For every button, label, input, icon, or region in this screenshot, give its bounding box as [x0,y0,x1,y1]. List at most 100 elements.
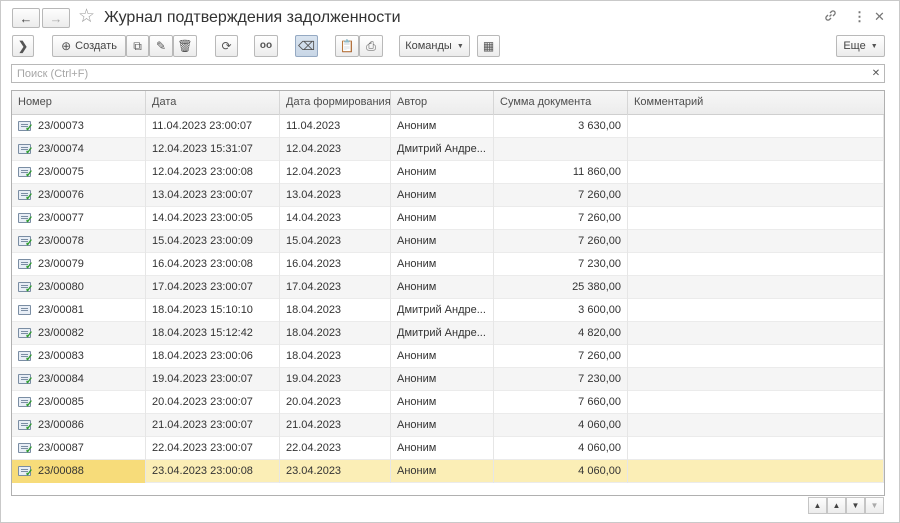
posted-document-icon: ✓ [18,167,33,180]
more-vertical-icon[interactable]: ⋮ [853,9,866,25]
table-row[interactable]: 23/00076 13.04.2023 23:00:07 13.04.2023 Ано… [12,184,884,207]
scroll-down-button[interactable]: ▼ [846,497,865,514]
table-row[interactable]: 23/00073 11.04.2023 23:00:07 11.04.2023 Ано… [12,115,884,138]
mark-delete-button[interactable]: 🗑 [173,35,197,57]
cell-formed-date: 21.04.2023 [280,414,391,437]
scroll-to-bottom-button[interactable]: ▼ [865,497,884,514]
view-button[interactable]: oo [254,35,278,57]
cell-date: 19.04.2023 23:00:07 [146,368,280,391]
column-header-comment[interactable]: Комментарий [628,91,884,115]
create-button-label: Создать [75,40,117,52]
table-row[interactable]: 23/00077 14.04.2023 23:00:05 14.04.2023 Ано… [12,207,884,230]
cell-sum: 25 380,00 [494,276,628,299]
refresh-button[interactable]: ⟳ [215,35,238,57]
posted-document-icon: ✓ [18,213,33,226]
toggle-panel-button[interactable]: ❯ [12,35,34,57]
table-row[interactable]: 23/00084 19.04.2023 23:00:07 19.04.2023 Ано… [12,368,884,391]
column-header-number[interactable]: Номер [12,91,146,115]
delete-doc-icon: 🗑 [177,39,193,53]
commands-dropdown[interactable]: Команды ▼ [399,35,470,57]
create-button[interactable]: ⊕ Создать [52,35,126,57]
cell-author: Аноним [391,161,494,184]
cell-sum: 7 260,00 [494,184,628,207]
cell-sum: 7 260,00 [494,207,628,230]
scroll-up-button[interactable]: ▲ [827,497,846,514]
column-header-author[interactable]: Автор [391,91,494,115]
edit-button[interactable]: ✎ [149,35,173,57]
table-row[interactable]: 23/00078 15.04.2023 23:00:09 15.04.2023 Ано… [12,230,884,253]
favorite-star-icon[interactable]: ☆ [78,7,95,27]
cell-formed-date: 14.04.2023 [280,207,391,230]
table-header: Номер Дата Дата формирования Автор Сумма… [12,91,884,115]
page-title: Журнал подтверждения задолженности [104,9,401,26]
scroll-to-top-button[interactable]: ▲ [808,497,827,514]
close-icon[interactable]: ✕ [874,9,885,25]
cell-comment [628,345,884,368]
clipboard-check-icon: 📋 [339,39,355,53]
cell-date: 21.04.2023 23:00:07 [146,414,280,437]
table-row[interactable]: 23/00088 23.04.2023 23:00:08 23.04.2023 Ано… [12,460,884,483]
glasses-icon: oo [259,40,273,51]
link-icon[interactable] [824,9,837,26]
plus-circle-icon: ⊕ [61,39,72,53]
cell-formed-date: 18.04.2023 [280,322,391,345]
first-page-icon: ▲ [813,501,822,510]
table-row[interactable]: 23/00082 18.04.2023 15:12:42 18.04.2023 Дми… [12,322,884,345]
cell-comment [628,207,884,230]
printer-icon: ⎙ [366,39,376,53]
search-input[interactable] [12,65,869,82]
cell-comment [628,184,884,207]
show-on-map-button[interactable]: ⌫ [295,35,318,57]
cell-date: 16.04.2023 23:00:08 [146,253,280,276]
table-row[interactable]: 23/00083 18.04.2023 23:00:06 18.04.2023 Ано… [12,345,884,368]
table-row[interactable]: 23/00086 21.04.2023 23:00:07 21.04.2023 Ано… [12,414,884,437]
column-header-date[interactable]: Дата [146,91,280,115]
cell-comment [628,161,884,184]
cell-date: 12.04.2023 15:31:07 [146,138,280,161]
table-row[interactable]: 23/00080 17.04.2023 23:00:07 17.04.2023 Ано… [12,276,884,299]
commands-label: Команды [405,40,452,52]
more-dropdown[interactable]: Еще ▼ [836,35,885,57]
post-button[interactable]: 📋 [335,35,359,57]
cell-sum: 4 060,00 [494,414,628,437]
cell-author: Аноним [391,414,494,437]
table-row[interactable]: 23/00085 20.04.2023 23:00:07 20.04.2023 Ано… [12,391,884,414]
report-button[interactable]: ▦ [477,35,500,57]
cell-formed-date: 18.04.2023 [280,299,391,322]
cell-formed-date: 17.04.2023 [280,276,391,299]
cell-author: Аноним [391,253,494,276]
table-row[interactable]: 23/00081 18.04.2023 15:10:10 18.04.2023 Дми… [12,299,884,322]
documents-table[interactable]: Номер Дата Дата формирования Автор Сумма… [11,90,885,496]
column-header-sum[interactable]: Сумма документа [494,91,628,115]
title-bar: ← → ☆ Журнал подтверждения задолженности… [1,1,899,35]
cell-date: 18.04.2023 23:00:06 [146,345,280,368]
table-icon: ▦ [482,39,495,53]
cell-comment [628,115,884,138]
cell-formed-date: 16.04.2023 [280,253,391,276]
print-button[interactable]: ⎙ [359,35,383,57]
clear-search-button[interactable]: ✕ [868,64,885,83]
posted-document-icon: ✓ [18,236,33,249]
cell-author: Аноним [391,345,494,368]
column-header-formed-date[interactable]: Дата формирования [280,91,391,115]
posted-document-icon: ✓ [18,328,33,341]
cell-number: 23/00081 [12,299,146,322]
table-row[interactable]: 23/00075 12.04.2023 23:00:08 12.04.2023 Ано… [12,161,884,184]
signpost-icon: ⌫ [298,39,315,53]
table-row[interactable]: 23/00079 16.04.2023 23:00:08 16.04.2023 Ано… [12,253,884,276]
cell-comment [628,391,884,414]
back-button[interactable]: ← [12,8,40,28]
table-row[interactable]: 23/00087 22.04.2023 23:00:07 22.04.2023 Ано… [12,437,884,460]
cell-author: Аноним [391,276,494,299]
cell-sum: 7 660,00 [494,391,628,414]
cell-author: Аноним [391,391,494,414]
cell-sum: 4 820,00 [494,322,628,345]
copy-button[interactable]: ⧉ [126,35,149,57]
cell-sum: 4 060,00 [494,437,628,460]
table-row[interactable]: 23/00074 12.04.2023 15:31:07 12.04.2023 Дми… [12,138,884,161]
cell-author: Аноним [391,437,494,460]
forward-button[interactable]: → [42,8,70,28]
cell-comment [628,322,884,345]
cell-author: Аноним [391,207,494,230]
arrow-down-icon: ▼ [851,501,860,510]
